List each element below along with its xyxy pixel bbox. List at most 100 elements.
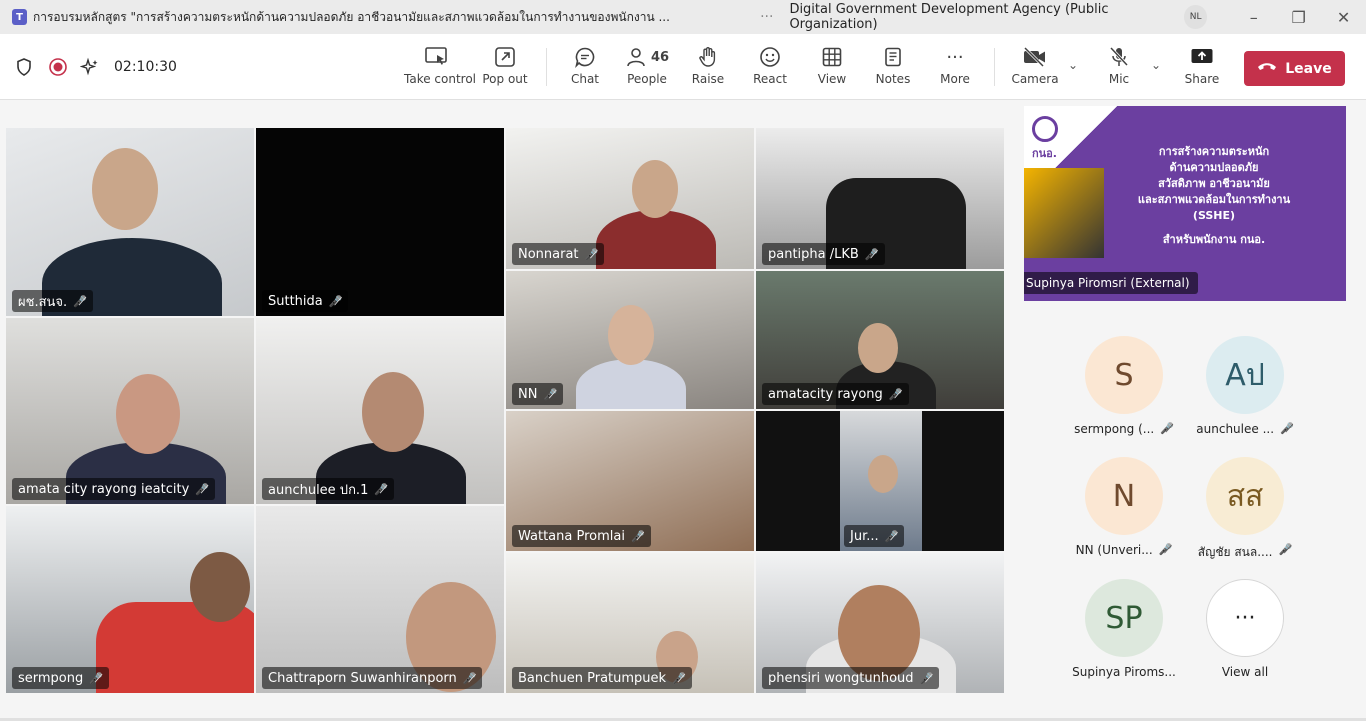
smiley-icon bbox=[738, 44, 802, 70]
take-control-button[interactable]: Take control bbox=[404, 44, 477, 86]
participant-card[interactable]: สส สัญชัย สนล.... 🎤̸ bbox=[1185, 457, 1305, 562]
participant-name-tag: pantipha /LKB 🎤̸ bbox=[762, 243, 885, 265]
view-all-button[interactable]: ··· View all bbox=[1185, 579, 1305, 679]
participant-name-tag: Chattraporn Suwanhiranporn 🎤̸ bbox=[262, 667, 483, 689]
slide-line: สวัสดิภาพ อาชีวอนามัย bbox=[1158, 177, 1270, 190]
video-tile[interactable]: Nonnarat 🎤̸ bbox=[506, 128, 754, 269]
mic-off-icon: 🎤̸ bbox=[328, 294, 343, 308]
camera-options-chevron-icon[interactable]: ⌄ bbox=[1068, 58, 1078, 72]
pop-out-icon bbox=[473, 44, 537, 70]
participant-name: sermpong (... bbox=[1074, 422, 1155, 436]
view-button[interactable]: View bbox=[800, 44, 864, 86]
close-button[interactable]: ✕ bbox=[1321, 8, 1366, 27]
share-button[interactable]: Share bbox=[1170, 44, 1234, 86]
people-count: 46 bbox=[650, 49, 670, 65]
pop-out-button[interactable]: Pop out bbox=[473, 44, 537, 86]
participant-name-tag: Nonnarat 🎤̸ bbox=[512, 243, 605, 265]
participant-name: Supinya Piroms... bbox=[1072, 665, 1176, 679]
meeting-timer: 02:10:30 bbox=[114, 59, 177, 75]
meeting-title: การอบรมหลักสูตร "การสร้างความตระหนักด้าน… bbox=[32, 9, 670, 24]
video-tile[interactable]: phensiri wongtunhoud 🎤̸ bbox=[756, 553, 1004, 693]
mic-off-icon: 🎤̸ bbox=[195, 482, 209, 496]
mic-options-chevron-icon[interactable]: ⌄ bbox=[1151, 58, 1161, 72]
people-icon: 46 bbox=[615, 44, 679, 70]
slide-text: การสร้างความตระหนัก ด้านความปลอดภัย สวัส… bbox=[1104, 144, 1324, 248]
chat-icon bbox=[553, 44, 617, 70]
notes-label: Notes bbox=[875, 72, 911, 86]
participant-name: สัญชัย สนล.... bbox=[1197, 545, 1273, 559]
camera-off-icon bbox=[1003, 44, 1067, 70]
shield-icon[interactable] bbox=[14, 57, 34, 77]
video-tile[interactable]: pantipha /LKB 🎤̸ bbox=[756, 128, 1004, 269]
mic-off-icon: 🎤̸ bbox=[89, 671, 103, 685]
organization-name: Digital Government Development Agency (P… bbox=[789, 2, 1109, 32]
participant-name-tag: phensiri wongtunhoud 🎤̸ bbox=[762, 667, 940, 689]
camera-label: Camera bbox=[1011, 72, 1059, 86]
take-control-label: Take control bbox=[404, 72, 477, 86]
video-tile[interactable]: NN 🎤̸ bbox=[506, 271, 754, 409]
slide-line: การสร้างความตระหนัก bbox=[1158, 145, 1270, 158]
leave-label: Leave bbox=[1285, 60, 1332, 77]
camera-button[interactable]: Camera bbox=[1003, 44, 1067, 86]
participant-name: NN (Unveri... bbox=[1075, 543, 1153, 557]
view-label: View bbox=[817, 72, 847, 86]
video-tile[interactable]: amatacity rayong 🎤̸ bbox=[756, 271, 1004, 409]
avatar: สส bbox=[1206, 457, 1284, 535]
mic-off-icon bbox=[1087, 44, 1151, 70]
ieat-logo-icon bbox=[1032, 116, 1058, 142]
video-tile[interactable]: Wattana Promlai 🎤̸ bbox=[506, 411, 754, 551]
participant-name-tag: Jur... 🎤̸ bbox=[844, 525, 905, 547]
sparkle-icon[interactable] bbox=[80, 57, 100, 77]
video-tile[interactable]: sermpong 🎤̸ bbox=[6, 506, 254, 693]
mic-off-icon: 🎤̸ bbox=[543, 387, 558, 401]
restore-button[interactable]: ❐ bbox=[1276, 8, 1321, 27]
participant-name-tag: Wattana Promlai 🎤̸ bbox=[512, 525, 651, 547]
participant-card[interactable]: N NN (Unveri... 🎤̸ bbox=[1064, 457, 1184, 557]
mic-off-icon: 🎤̸ bbox=[864, 247, 879, 261]
mic-off-icon: 🎤̸ bbox=[462, 671, 477, 685]
leave-button[interactable]: Leave bbox=[1244, 51, 1345, 86]
window-titlebar: T การอบรมหลักสูตร "การสร้างความตระหนักด้… bbox=[0, 0, 1366, 34]
participant-name-tag: ผช.สนจ. 🎤̸ bbox=[12, 290, 93, 312]
titlebar-more-button[interactable]: ··· bbox=[760, 9, 773, 25]
participant-name-tag: sermpong 🎤̸ bbox=[12, 667, 109, 689]
slide-line: และสภาพแวดล้อมในการทำงาน bbox=[1137, 193, 1291, 206]
workplace-safety-image bbox=[1024, 168, 1104, 258]
participant-card[interactable]: S sermpong (... 🎤̸ bbox=[1064, 336, 1184, 436]
video-tile[interactable]: Chattraporn Suwanhiranporn 🎤̸ bbox=[256, 506, 504, 693]
video-tile[interactable]: Jur... 🎤̸ bbox=[756, 411, 1004, 551]
video-tile[interactable]: amata city rayong ieatcity 🎤̸ bbox=[6, 318, 254, 504]
recording-icon[interactable] bbox=[48, 57, 68, 77]
mic-off-icon: 🎤̸ bbox=[73, 294, 87, 308]
react-button[interactable]: React bbox=[738, 44, 802, 86]
chat-button[interactable]: Chat bbox=[553, 44, 617, 86]
notes-button[interactable]: Notes bbox=[861, 44, 925, 86]
logo-text: กนอ. bbox=[1032, 147, 1057, 160]
pop-out-label: Pop out bbox=[482, 72, 528, 86]
mic-button[interactable]: Mic bbox=[1087, 44, 1151, 86]
video-tile[interactable]: Sutthida 🎤̸ bbox=[256, 128, 504, 316]
raise-hand-button[interactable]: Raise bbox=[676, 44, 740, 86]
react-label: React bbox=[753, 72, 787, 86]
raise-label: Raise bbox=[691, 72, 725, 86]
share-icon bbox=[1170, 44, 1234, 70]
video-tile[interactable]: aunchulee ปก.1 🎤̸ bbox=[256, 318, 504, 504]
more-button[interactable]: ··· More bbox=[923, 44, 987, 87]
video-tile[interactable]: ผช.สนจ. 🎤̸ bbox=[6, 128, 254, 316]
slide-line: (SSHE) bbox=[1192, 209, 1236, 222]
user-avatar[interactable]: NL bbox=[1184, 5, 1207, 29]
participant-name-tag: amata city rayong ieatcity 🎤̸ bbox=[12, 478, 215, 500]
meeting-stage: ผช.สนจ. 🎤̸ Sutthida 🎤̸ Nonnarat 🎤̸ pantipha… bbox=[0, 100, 1366, 721]
mic-off-icon: 🎤̸ bbox=[1160, 422, 1174, 435]
participant-card[interactable]: SP Supinya Piroms... bbox=[1064, 579, 1184, 679]
participant-card[interactable]: Aป aunchulee ... 🎤̸ bbox=[1185, 336, 1305, 436]
people-button[interactable]: 46 People bbox=[615, 44, 679, 86]
video-tile[interactable]: Banchuen Pratumpuek 🎤̸ bbox=[506, 553, 754, 693]
avatar: N bbox=[1085, 457, 1163, 535]
more-label: More bbox=[940, 72, 970, 86]
toolbar-divider bbox=[994, 48, 995, 86]
shared-content-tile[interactable]: กนอ. การสร้างความตระหนัก ด้านความปลอดภัย… bbox=[1024, 106, 1346, 301]
participant-name-tag: amatacity rayong 🎤̸ bbox=[762, 383, 909, 405]
minimize-button[interactable]: – bbox=[1231, 8, 1276, 27]
participant-name-tag: NN 🎤̸ bbox=[512, 383, 564, 405]
